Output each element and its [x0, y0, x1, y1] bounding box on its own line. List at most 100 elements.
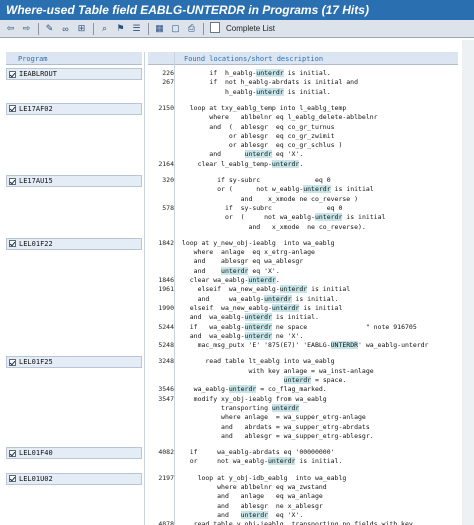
program-checkbox[interactable]	[9, 105, 16, 113]
print-icon[interactable]: ⎙	[184, 22, 199, 36]
select-all-icon[interactable]: ▦	[152, 22, 167, 36]
program-row[interactable]: LEL01U02	[6, 472, 142, 485]
source-line[interactable]: and wa_eablg-unterdr is initial.	[148, 294, 458, 304]
source-line[interactable]: and x_xmode ne co_reverse )	[148, 195, 458, 204]
line-number: 4878	[158, 520, 174, 525]
line-number: 2197	[158, 473, 174, 482]
source-line[interactable]: 267 if not h_eablg-abrdats is initial an…	[148, 78, 458, 87]
source-line[interactable]: and wa_eablg-unterdr ne 'X'.	[148, 331, 458, 341]
source-line[interactable]: and abrdats = wa_supper_etrg-abrdats	[148, 423, 458, 432]
program-name[interactable]: LEL01F22	[19, 240, 53, 248]
search-hit-highlight: unterdr	[240, 510, 269, 519]
source-line[interactable]: and unterdr eq 'X'.	[148, 150, 458, 159]
source-line[interactable]: with key anlage = wa_inst-anlage	[148, 367, 458, 376]
source-line[interactable]: where ablbelnr eq l_eablg_delete-ablbeln…	[148, 113, 458, 122]
source-code: and x_xmode ne co_reverse).	[178, 222, 366, 231]
source-code: and wa_eablg-unterdr ne 'X'.	[178, 331, 304, 340]
program-row[interactable]: LEL01F25	[6, 356, 142, 369]
program-checkbox[interactable]	[9, 177, 16, 185]
source-line[interactable]: 1846 clear wa_eablg-unterdr.	[148, 276, 458, 285]
source-line[interactable]: or not wa_eablg-unterdr is initial.	[148, 457, 458, 466]
source-line[interactable]: and ablesgr = wa_supper_etrg-ablesgr.	[148, 432, 458, 441]
source-line[interactable]: 320 if sy-subrc eq 0	[148, 176, 458, 185]
pencil-icon[interactable]: ✎	[42, 22, 57, 36]
program-name[interactable]: LE17AF02	[19, 105, 53, 113]
source-code: and wa_eablg-unterdr is initial.	[178, 313, 319, 322]
source-line[interactable]: and unterdr eq 'X'.	[148, 266, 458, 276]
back-arrow-icon[interactable]: ⇦	[3, 22, 18, 36]
source-line[interactable]: transporting unterdr	[148, 403, 458, 413]
source-line[interactable]: 5244 if wa_eablg-unterdr ne space " note…	[148, 322, 458, 332]
source-line[interactable]: 2164 clear l_eablg_temp-unterdr.	[148, 159, 458, 169]
search-icon[interactable]: ⌕	[97, 22, 112, 36]
program-checkbox[interactable]	[9, 240, 16, 248]
source-line[interactable]: unterdr = space.	[148, 376, 458, 385]
line-number: 2164	[158, 159, 174, 168]
source-code: where ablbelnr eq wa_zwstand	[178, 483, 327, 491]
source-line[interactable]: and anlage eq wa_anlage	[148, 492, 458, 501]
source-line[interactable]: and ablesgr eq wa_ablesgr	[148, 257, 458, 266]
program-row[interactable]: LEL01F22	[6, 237, 142, 250]
program-name[interactable]: LE17AU15	[19, 177, 53, 185]
source-line[interactable]: where anlage = wa_supper_etrg-anlage	[148, 413, 458, 422]
program-row[interactable]: LE17AU15	[6, 175, 142, 187]
search-hit-highlight: unterdr	[283, 376, 312, 384]
program-name[interactable]: LEL01U02	[19, 475, 53, 483]
search-hit-highlight: unterdr	[244, 331, 272, 340]
source-line[interactable]: or ablesgr eq co_gr_schlus )	[148, 141, 458, 150]
program-row[interactable]: LEL01F40	[6, 447, 142, 460]
source-line[interactable]: 3248 read table lt_eablg into wa_eablg	[148, 357, 458, 366]
program-checkbox[interactable]	[9, 475, 16, 483]
program-checkbox[interactable]	[9, 358, 16, 366]
search-hit-highlight: unterdr	[268, 457, 296, 466]
line-number: 1846	[158, 276, 174, 284]
list-icon[interactable]: ☰	[129, 22, 144, 36]
source-line[interactable]: 3547 modify xy_obj-ieablg from wa_eablg	[148, 395, 458, 404]
complete-list-button[interactable]	[207, 22, 223, 35]
source-line[interactable]: or ( not w_eablg-unterdr is initial	[148, 185, 458, 194]
source-line[interactable]: or ( not wa_eablg-unterdr is initial	[148, 213, 458, 222]
source-line[interactable]: 1842 loop at y_new_obj-ieablg into wa_ea…	[148, 239, 458, 248]
glasses-icon[interactable]: ∞	[58, 22, 73, 36]
source-line[interactable]: 1990 elseif wa_new_eablg-unterdr is init…	[148, 303, 458, 313]
source-code: clear l_eablg_temp-unterdr.	[178, 159, 304, 168]
program-checkbox[interactable]	[9, 70, 16, 78]
source-line[interactable]: where ablbelnr eq wa_zwstand	[148, 483, 458, 492]
source-line[interactable]: 4878 read table y_obj-ieablg transportin…	[148, 520, 458, 525]
source-code: transporting unterdr	[178, 403, 300, 412]
column-header-program: Program	[6, 52, 142, 65]
deselect-icon[interactable]: ▢	[168, 22, 183, 36]
vertical-scrollbar[interactable]	[462, 40, 474, 525]
source-line[interactable]: and ( ablesgr eq co_gr_turnus	[148, 123, 458, 132]
forward-arrow-icon[interactable]: ⇨	[19, 22, 34, 36]
source-line[interactable]: 4082 if wa_eablg-abrdats eq '00000000'	[148, 448, 458, 457]
source-line[interactable]: where anlage eq x_etrg-anlage	[148, 248, 458, 257]
line-number: 3546	[158, 385, 174, 394]
source-line[interactable]: 2197 loop at y_obj-idb_eablg into wa_eab…	[148, 474, 458, 483]
source-code: where anlage eq x_etrg-anlage	[178, 248, 315, 257]
source-line[interactable]: 5248 mac_msg_putx 'E' '875(E7)' 'EABLG-U…	[148, 341, 458, 350]
program-name[interactable]: LEL01F25	[19, 358, 53, 366]
hierarchy-icon[interactable]: ⊞	[74, 22, 89, 36]
source-line[interactable]: 3546 wa_eablg-unterdr = co_flag_marked.	[148, 385, 458, 394]
source-line[interactable]: 2150 loop at txy_eablg_temp into l_eablg…	[148, 104, 458, 113]
source-line[interactable]: and x_xmode ne co_reverse).	[148, 223, 458, 232]
program-name[interactable]: IEABLROUT	[19, 70, 57, 78]
line-number: 4082	[158, 448, 174, 457]
source-line[interactable]: 226 if h_eablg-unterdr is initial.	[148, 69, 458, 78]
source-line[interactable]: and wa_eablg-unterdr is initial.	[148, 313, 458, 322]
program-row[interactable]: IEABLROUT	[6, 68, 142, 80]
source-line[interactable]: and unterdr eq 'X'.	[148, 510, 458, 520]
source-code: or ( not w_eablg-unterdr is initial	[178, 185, 374, 194]
source-line[interactable]: h_eablg-unterdr is initial.	[148, 87, 458, 97]
program-name[interactable]: LEL01F40	[19, 449, 53, 457]
source-line[interactable]: 578 if sy-subrc eq 0	[148, 204, 458, 213]
flag-icon[interactable]: ⚑	[113, 22, 128, 36]
program-checkbox[interactable]	[9, 449, 16, 457]
source-line[interactable]: or ablesgr eq co_gr_zwimit	[148, 132, 458, 141]
complete-list-label[interactable]: Complete List	[223, 24, 278, 33]
line-number: 578	[162, 203, 174, 212]
source-line[interactable]: 1961 elseif wa_new_eablg-unterdr is init…	[148, 285, 458, 294]
program-row[interactable]: LE17AF02	[6, 102, 142, 115]
source-line[interactable]: and ablesgr ne x_ablesgr	[148, 502, 458, 511]
